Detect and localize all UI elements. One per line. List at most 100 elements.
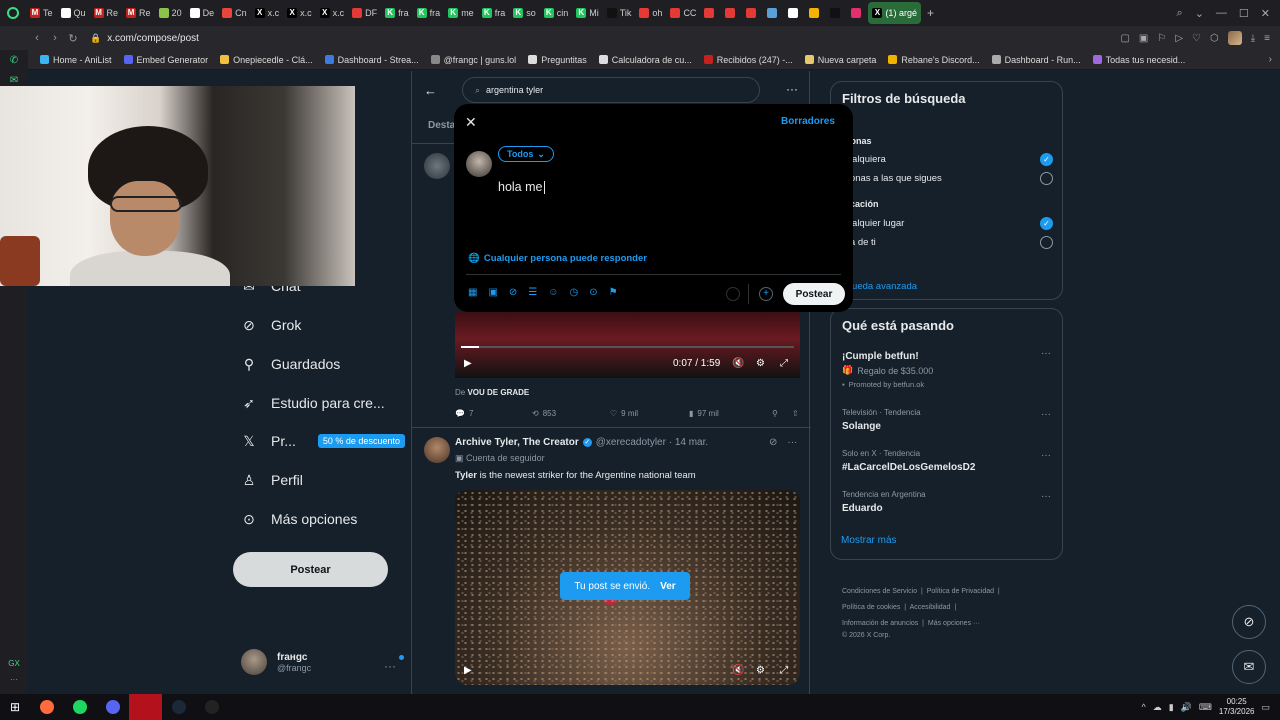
bookmark-item[interactable]: @frangc | guns.lol — [425, 55, 523, 65]
notifications-icon[interactable]: ▭ — [1261, 702, 1270, 713]
browser-tab[interactable]: Kfra — [413, 2, 445, 24]
address-bar[interactable]: 🔒 x.com/compose/post — [90, 33, 199, 44]
grok-icon[interactable]: ⊘ — [769, 437, 777, 448]
profile-avatar[interactable] — [1227, 31, 1242, 45]
add-post-icon[interactable]: + — [759, 287, 773, 301]
search-more-icon[interactable]: ··· — [786, 82, 798, 96]
play-icon[interactable]: ▶ — [464, 358, 472, 369]
browser-tab[interactable] — [847, 2, 868, 24]
search-input[interactable]: ⌕ argentina tyler — [462, 77, 760, 103]
grok-icon[interactable]: ⊘ — [509, 287, 517, 298]
trend-title[interactable]: #LaCarcelDeLosGemelosD2 — [842, 462, 975, 473]
taskbar-app[interactable] — [129, 694, 162, 720]
trend-more-icon[interactable]: ··· — [1041, 450, 1051, 461]
pip-icon[interactable]: ▣ — [1139, 33, 1148, 44]
advanced-search-link[interactable]: squeda avanzada — [842, 281, 917, 292]
battery-icon[interactable]: ▮ — [1169, 702, 1174, 713]
extensions-icon[interactable]: ⬡ — [1210, 33, 1219, 44]
schedule-icon[interactable]: ◷ — [569, 287, 578, 298]
browser-tab[interactable]: Tik — [603, 2, 636, 24]
menu-icon[interactable]: ≡ — [1264, 33, 1270, 44]
toast-view-link[interactable]: Ver — [660, 581, 676, 592]
footer-more[interactable]: Más opciones ··· — [928, 620, 980, 627]
share-icon[interactable]: ⇧ — [792, 409, 799, 418]
bookmark-item[interactable]: Nueva carpeta — [799, 55, 883, 65]
bookmark-item[interactable]: Rebane's Discord... — [882, 55, 985, 65]
browser-tab[interactable]: Kso — [509, 2, 540, 24]
reload-icon[interactable]: ↻ — [64, 32, 82, 45]
trend-title[interactable]: Solange — [842, 421, 881, 432]
tweet-author-name[interactable]: Archive Tyler, The Creator — [455, 437, 579, 448]
compose-textarea[interactable]: hola me — [498, 180, 546, 195]
footer-privacy[interactable]: Política de Privacidad — [927, 588, 994, 595]
trend-more-icon[interactable]: ··· — [1041, 491, 1051, 502]
fullscreen-icon[interactable]: ⤢ — [780, 358, 788, 369]
browser-tab[interactable]: Kfra — [381, 2, 413, 24]
nav-item-creator-studio[interactable]: ➶ Estudio para cre... — [241, 395, 385, 412]
post-button[interactable]: Postear — [783, 283, 845, 305]
tab-featured[interactable]: Desta — [428, 120, 455, 131]
browser-tab[interactable] — [826, 2, 847, 24]
back-icon[interactable]: ‹ — [28, 32, 46, 44]
bookmark-item[interactable]: Calculadora de cu... — [593, 55, 698, 65]
browser-tab[interactable]: Xx.c — [283, 2, 316, 24]
bookmark-item[interactable]: Recibidos (247) -... — [698, 55, 799, 65]
trend-more-icon[interactable]: ··· — [1041, 409, 1051, 420]
browser-tab[interactable] — [763, 2, 784, 24]
bookmark-item[interactable]: Todas tus necesid... — [1087, 55, 1192, 65]
trend-more-icon[interactable]: ··· — [1041, 348, 1051, 359]
sidebar-bottom-icons[interactable]: GX ··· — [0, 656, 28, 688]
browser-tab[interactable]: DF — [348, 2, 381, 24]
browser-tab[interactable]: De — [186, 2, 219, 24]
play-icon[interactable]: ▶ — [464, 665, 472, 676]
browser-tab[interactable]: CC — [666, 2, 700, 24]
browser-tab[interactable]: M Re — [90, 2, 123, 24]
tweet-avatar[interactable] — [424, 437, 450, 463]
bookmark-item[interactable]: Embed Generator — [118, 55, 215, 65]
bookmark-item[interactable]: Dashboard - Run... — [986, 55, 1087, 65]
audience-selector[interactable]: Todos ⌄ — [498, 146, 554, 162]
bookmark-page-icon[interactable]: ⚐ — [1157, 33, 1166, 44]
browser-tab[interactable] — [784, 2, 805, 24]
new-tab-button[interactable]: + — [921, 6, 940, 20]
browser-tab[interactable]: oh — [635, 2, 666, 24]
taskbar-app[interactable] — [195, 694, 228, 720]
people-following-radio[interactable] — [1040, 172, 1053, 185]
promo-title[interactable]: ¡Cumple betfun! — [842, 351, 919, 362]
poll-icon[interactable]: ☰ — [528, 287, 537, 298]
location-anywhere-radio[interactable]: ✓ — [1040, 217, 1053, 230]
browser-tab[interactable]: M Te — [26, 2, 57, 24]
bookmark-tweet-icon[interactable]: ⚲ — [772, 409, 792, 418]
close-icon[interactable]: ✕ — [465, 114, 477, 131]
browser-tab[interactable] — [700, 2, 721, 24]
clock[interactable]: 00:25 17/3/2026 — [1219, 697, 1255, 717]
reply-setting-button[interactable]: 🌐 Cualquier persona puede responder — [468, 253, 647, 264]
browser-tab[interactable]: Kcin — [540, 2, 573, 24]
browser-tab[interactable]: Cn — [218, 2, 251, 24]
emoji-icon[interactable]: ☺ — [548, 287, 558, 298]
bookmarks-overflow-icon[interactable]: › — [1269, 54, 1272, 65]
nav-item-more[interactable]: ⊙ Más opciones — [241, 511, 357, 528]
whatsapp-icon[interactable]: ✆ — [0, 50, 28, 70]
fullscreen-icon[interactable]: ⤢ — [780, 665, 788, 676]
browser-tab[interactable]: Kfra — [478, 2, 510, 24]
minimize-icon[interactable]: — — [1216, 7, 1227, 19]
tab-menu-icon[interactable]: ⌄ — [1195, 7, 1204, 20]
tray-chevron-icon[interactable]: ^ — [1141, 702, 1145, 712]
bookmark-item[interactable]: Dashboard - Strea... — [319, 55, 425, 65]
taskbar-app[interactable] — [63, 694, 96, 720]
browser-tab[interactable] — [805, 2, 826, 24]
gif-icon[interactable]: ▣ — [488, 287, 497, 298]
mute-icon[interactable]: 🔇 — [732, 665, 744, 676]
footer-cookies[interactable]: Política de cookies — [842, 604, 900, 611]
snapshot-icon[interactable]: ▢ — [1120, 33, 1129, 44]
close-window-icon[interactable]: ✕ — [1261, 7, 1270, 20]
browser-tab[interactable] — [742, 2, 763, 24]
bookmark-item[interactable]: Preguntitas — [522, 55, 593, 65]
tweet-author-handle[interactable]: @xerecadotyler · 14 mar. — [596, 437, 708, 448]
maximize-icon[interactable]: ☐ — [1239, 7, 1249, 20]
browser-tab[interactable]: 20 — [155, 2, 186, 24]
taskbar-app[interactable] — [162, 694, 195, 720]
repost-button[interactable]: ⟲ 853 — [532, 409, 610, 418]
grok-float-icon[interactable]: ⊘ — [1232, 605, 1266, 639]
